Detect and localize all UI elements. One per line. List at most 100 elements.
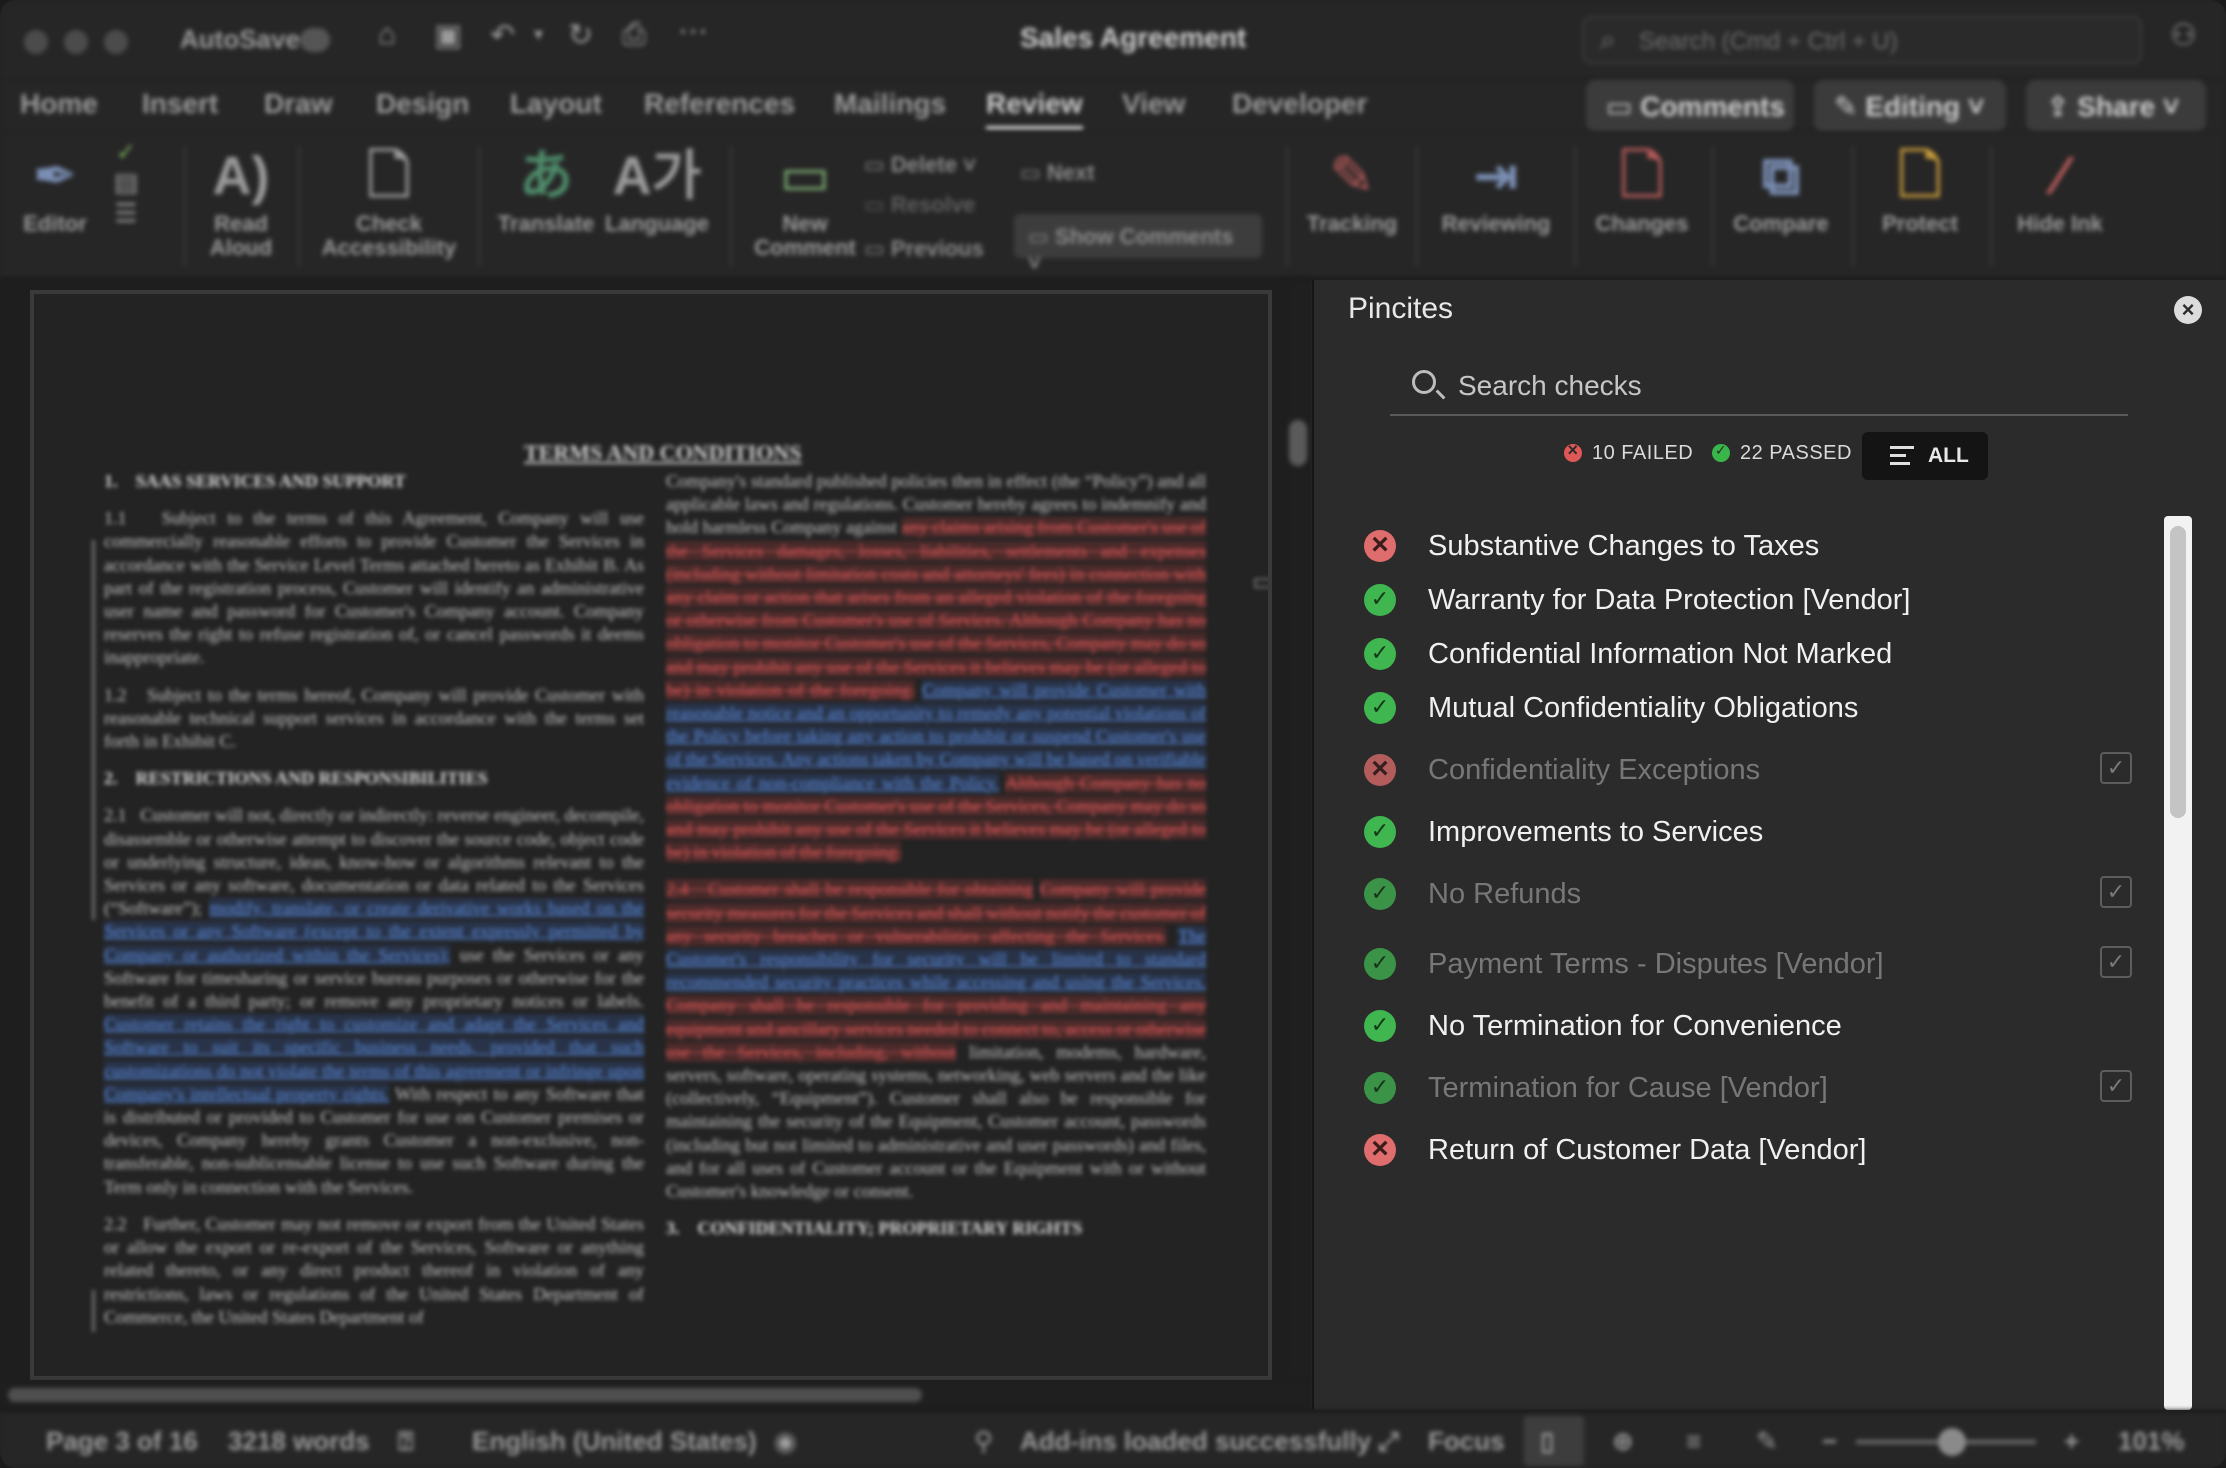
check-item[interactable]: No Refunds ✓: [1314, 864, 2172, 924]
addins-status[interactable]: Add-ins loaded successfully: [1020, 1426, 1371, 1457]
spelling-buttons[interactable]: ✓ ▤ ☰: [96, 138, 156, 229]
minimize-window-button[interactable]: [64, 30, 88, 54]
language-label: Language: [605, 211, 709, 236]
share-button[interactable]: ⇪ Share ˅: [2026, 80, 2206, 132]
comments-button[interactable]: ▭ Comments: [1586, 80, 1794, 132]
panel-scrollbar[interactable]: [2164, 516, 2192, 1410]
changes-button[interactable]: 🗋 Changes: [1592, 140, 1692, 236]
language-button[interactable]: A가 Language: [602, 140, 712, 236]
zoom-slider-knob[interactable]: [1938, 1428, 1966, 1456]
scrollbar-thumb[interactable]: [2170, 526, 2186, 818]
zoom-out-icon[interactable]: −: [1822, 1426, 1837, 1457]
tab-developer[interactable]: Developer: [1232, 88, 1367, 120]
checkmark-icon[interactable]: ✓: [2100, 876, 2132, 908]
save-icon[interactable]: ▣: [434, 18, 462, 53]
all-filter-button[interactable]: ALL: [1862, 432, 1988, 480]
read-aloud-icon: A): [212, 146, 270, 206]
word-count[interactable]: 3218 words: [228, 1426, 370, 1457]
editor-button[interactable]: ✒ Editor: [18, 140, 92, 236]
check-item[interactable]: Substantive Changes to Taxes: [1314, 516, 2172, 576]
separator: [730, 146, 732, 266]
comment-marker-icon[interactable]: ▭: [1252, 566, 1268, 597]
separator: [184, 146, 186, 266]
check-item[interactable]: Mutual Confidentiality Obligations: [1314, 678, 2172, 738]
outline-view-icon[interactable]: ≡: [1686, 1426, 1701, 1457]
tab-references[interactable]: References: [644, 88, 795, 120]
terms-heading: TERMS AND CONDITIONS: [524, 440, 802, 465]
document-vertical-scrollbar[interactable]: [1287, 280, 1309, 1380]
search-box[interactable]: ⌕ Search (Cmd + Ctrl + U): [1582, 16, 2142, 64]
failed-filter[interactable]: 10 FAILED: [1564, 440, 1693, 465]
resolve-button[interactable]: ▭ Resolve: [864, 192, 975, 218]
read-aloud-button[interactable]: A) Read Aloud: [204, 140, 278, 260]
check-item[interactable]: Termination for Cause [Vendor] ✓: [1314, 1058, 2172, 1118]
previous-comment-button[interactable]: ▭ Previous: [864, 236, 984, 262]
tab-layout[interactable]: Layout: [510, 88, 602, 120]
next-comment-button[interactable]: ▭ Next: [1020, 160, 1095, 186]
check-item[interactable]: Warranty for Data Protection [Vendor]: [1314, 570, 2172, 630]
tab-insert[interactable]: Insert: [142, 88, 218, 120]
zoom-window-button[interactable]: [104, 30, 128, 54]
tracking-button[interactable]: ✎ Tracking: [1304, 140, 1400, 236]
focus-icon[interactable]: ⤢: [1378, 1426, 1399, 1458]
checkmark-icon[interactable]: ✓: [2100, 946, 2132, 978]
failed-status-icon: [1364, 752, 1396, 786]
redo-icon[interactable]: ↻: [568, 18, 593, 53]
tab-view[interactable]: View: [1122, 88, 1185, 120]
show-comments-button[interactable]: ▭ Show Comments ˅: [1014, 214, 1262, 275]
checkmark-icon[interactable]: ✓: [2100, 1070, 2132, 1102]
section-heading: 1. SAAS SERVICES AND SUPPORT: [104, 471, 406, 491]
page-indicator[interactable]: Page 3 of 16: [46, 1426, 198, 1457]
new-comment-label-2: Comment: [754, 235, 856, 260]
profile-icon[interactable]: ⚇: [2170, 18, 2197, 53]
compare-button[interactable]: ⧉ Compare: [1728, 140, 1834, 236]
tab-draw[interactable]: Draw: [264, 88, 332, 120]
language-status[interactable]: English (United States): [472, 1426, 757, 1457]
close-window-button[interactable]: [24, 30, 48, 54]
tab-review[interactable]: Review: [986, 88, 1083, 130]
tab-design[interactable]: Design: [376, 88, 469, 120]
addins-icon: ⚲: [974, 1426, 994, 1456]
proofing-icon[interactable]: ⍰: [398, 1426, 414, 1458]
show-comments-icon: ▭: [1028, 224, 1055, 249]
hide-ink-button[interactable]: ⁄ Hide Ink: [2006, 140, 2114, 236]
check-item[interactable]: Improvements to Services: [1314, 802, 2172, 862]
focus-label[interactable]: Focus: [1428, 1426, 1505, 1457]
zoom-level[interactable]: 101%: [2118, 1426, 2185, 1457]
tab-mailings[interactable]: Mailings: [834, 88, 946, 120]
tab-home[interactable]: Home: [20, 88, 98, 120]
more-icon[interactable]: ⋯: [678, 14, 708, 49]
translate-button[interactable]: あ Translate: [496, 140, 596, 236]
undo-icon[interactable]: ↶: [490, 18, 515, 53]
undo-dropdown-icon[interactable]: ▾: [534, 24, 543, 45]
failed-icon: [1564, 440, 1582, 462]
document-page[interactable]: TERMS AND CONDITIONS 1. SAAS SERVICES AN…: [30, 290, 1272, 1380]
check-item[interactable]: Confidentiality Exceptions ✓: [1314, 740, 2172, 800]
passed-filter[interactable]: 22 PASSED: [1712, 442, 1852, 465]
check-item[interactable]: No Termination for Convenience: [1314, 996, 2172, 1056]
check-item[interactable]: Return of Customer Data [Vendor]: [1314, 1120, 2172, 1180]
reviewing-button[interactable]: ⇥ Reviewing: [1434, 140, 1558, 236]
scrollbar-thumb[interactable]: [8, 1388, 922, 1402]
delete-comment-button[interactable]: ▭ Delete ˅: [864, 152, 976, 178]
new-comment-button[interactable]: ▭ New Comment: [752, 140, 858, 260]
document-horizontal-scrollbar[interactable]: [0, 1382, 1310, 1408]
web-layout-icon[interactable]: ⊕: [1612, 1426, 1634, 1457]
scrollbar-thumb[interactable]: [1289, 420, 1307, 466]
accessibility-status-icon[interactable]: ◉: [774, 1426, 797, 1457]
print-icon[interactable]: ⎙: [622, 18, 646, 52]
protect-button[interactable]: 🗋 Protect: [1870, 140, 1970, 236]
home-icon[interactable]: ⌂: [378, 18, 396, 52]
zoom-in-icon[interactable]: +: [2064, 1426, 2079, 1457]
autosave-toggle[interactable]: [300, 28, 330, 52]
draft-view-icon[interactable]: ✎: [1756, 1426, 1778, 1457]
editing-button[interactable]: ✎ Editing ˅: [1814, 80, 2006, 132]
tracking-label: Tracking: [1306, 211, 1398, 236]
check-item[interactable]: Confidential Information Not Marked: [1314, 624, 2172, 684]
search-checks-input[interactable]: [1458, 364, 2098, 408]
check-item[interactable]: Payment Terms - Disputes [Vendor] ✓: [1314, 934, 2172, 994]
close-panel-button[interactable]: ×: [2174, 296, 2202, 324]
check-accessibility-button[interactable]: 🗋 Check Accessibility: [314, 140, 464, 260]
checkmark-icon[interactable]: ✓: [2100, 752, 2132, 784]
separator: [1286, 146, 1288, 266]
